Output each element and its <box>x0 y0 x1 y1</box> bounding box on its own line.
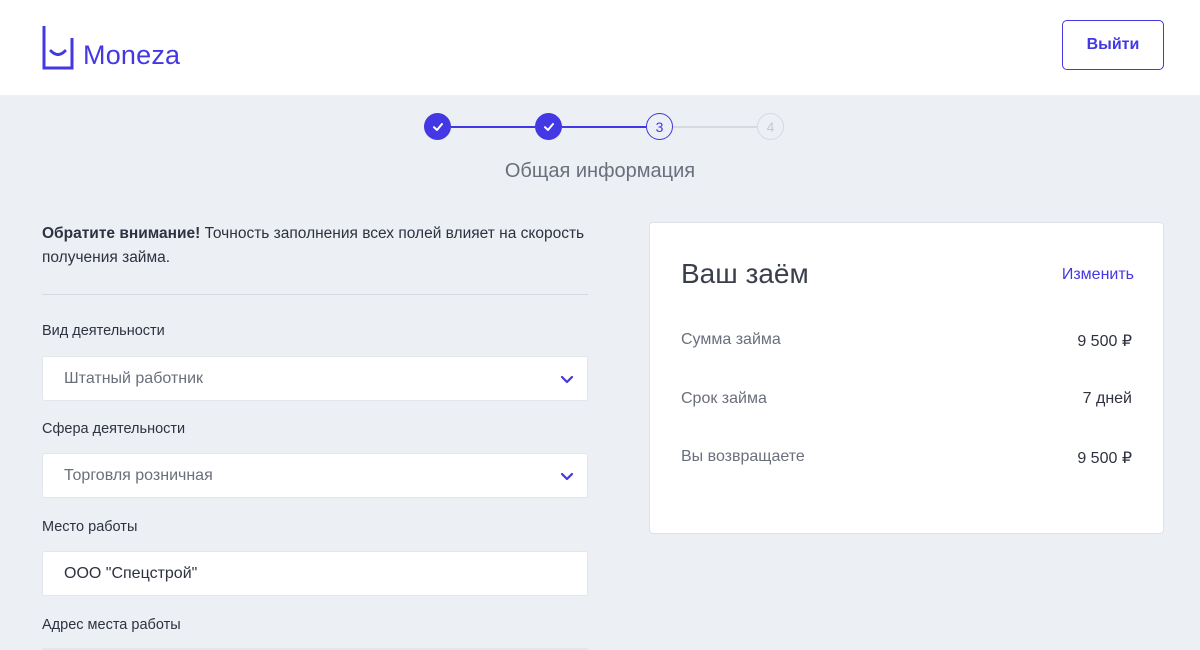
progress-stepper: 3 4 <box>424 113 784 141</box>
loan-amount-value: 9 500 ₽ <box>1077 333 1132 350</box>
stepper-line-2 <box>562 126 646 128</box>
notice-bold: Обратите внимание! <box>42 225 201 242</box>
workplace-label: Место работы <box>42 519 138 535</box>
stepper-line-1 <box>451 126 535 128</box>
header: Moneza Выйти <box>0 0 1200 95</box>
loan-amount-label: Сумма займа <box>681 331 781 348</box>
step-4-pending: 4 <box>757 113 784 140</box>
loan-term-value: 7 дней <box>1082 390 1132 407</box>
loan-card-title: Ваш заём <box>681 258 809 289</box>
check-icon <box>432 122 443 131</box>
divider <box>42 294 588 295</box>
brand-name: Moneza <box>83 40 181 70</box>
repayment-value: 9 500 ₽ <box>1077 450 1132 467</box>
logo-mark-icon <box>42 26 74 70</box>
notice-text: Обратите внимание! Точность заполнения в… <box>42 222 588 270</box>
logout-button[interactable]: Выйти <box>1062 20 1164 70</box>
workplace-input[interactable]: ООО "Спецстрой" <box>42 551 588 596</box>
check-icon <box>543 122 554 131</box>
step-1-complete <box>424 113 451 140</box>
step-2-complete <box>535 113 562 140</box>
activity-sphere-select[interactable]: Торговля розничная <box>42 453 588 498</box>
activity-type-label: Вид деятельности <box>42 323 165 339</box>
edit-loan-link[interactable]: Изменить <box>1062 266 1134 284</box>
chevron-down-icon <box>560 375 574 384</box>
workplace-value: ООО "Спецстрой" <box>64 564 198 582</box>
loan-term-label: Срок займа <box>681 390 767 407</box>
activity-type-select[interactable]: Штатный работник <box>42 356 588 401</box>
activity-type-value: Штатный работник <box>64 369 204 387</box>
chevron-down-icon <box>560 472 574 481</box>
work-address-label: Адрес места работы <box>42 617 181 633</box>
repayment-label: Вы возвращаете <box>681 448 805 465</box>
step-title: Общая информация <box>504 160 696 182</box>
loan-summary-card: Ваш заём Изменить Сумма займа 9 500 ₽ Ср… <box>649 222 1164 534</box>
brand-logo[interactable]: Moneza <box>42 22 180 70</box>
stepper-line-3 <box>673 126 757 128</box>
activity-sphere-label: Сфера деятельности <box>42 421 186 437</box>
activity-sphere-value: Торговля розничная <box>64 466 213 484</box>
step-3-current: 3 <box>646 113 673 140</box>
